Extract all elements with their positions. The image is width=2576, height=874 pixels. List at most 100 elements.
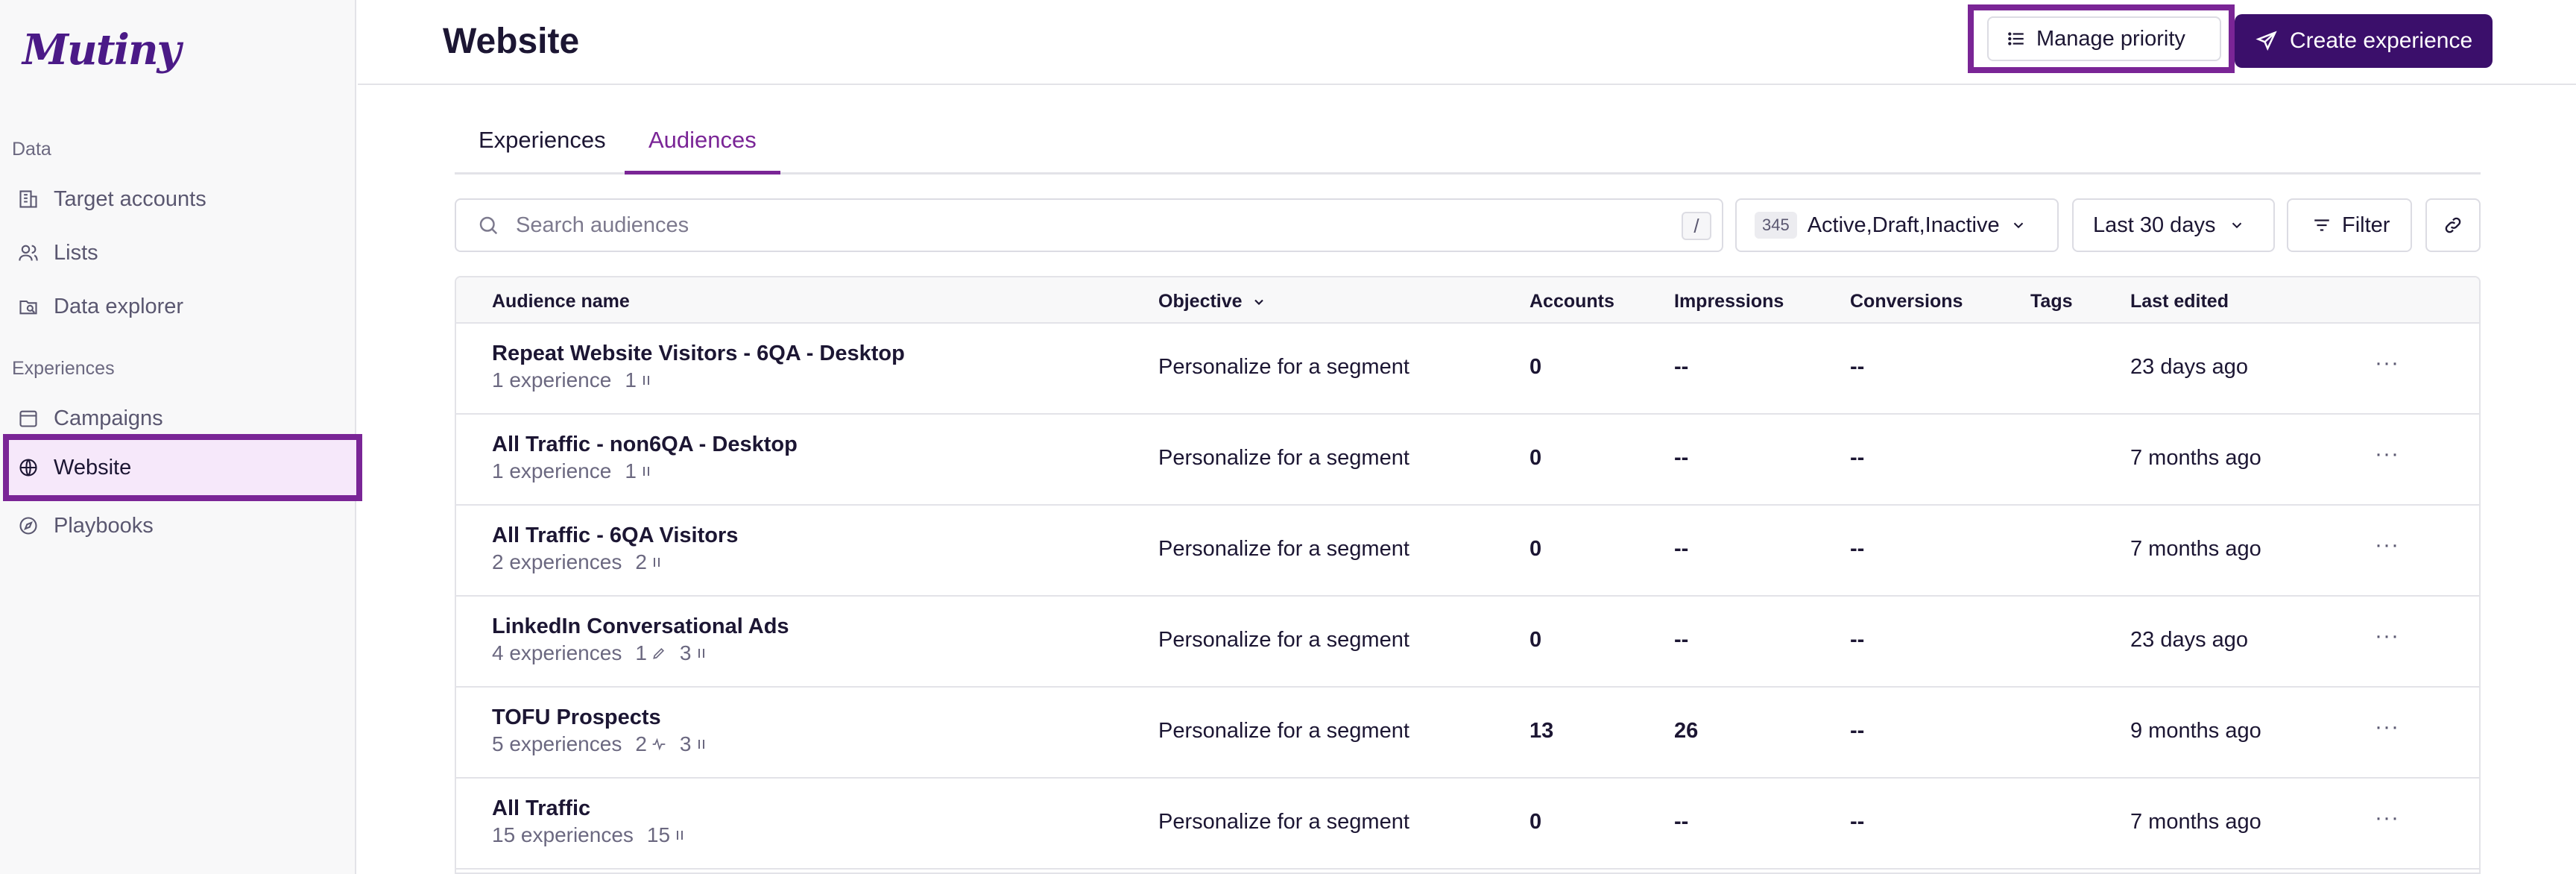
sidebar-item-label: Playbooks bbox=[54, 513, 154, 538]
audience-name[interactable]: Repeat Website Visitors - 6QA - Desktop bbox=[492, 342, 905, 366]
column-header-objective-label: Objective bbox=[1158, 291, 1243, 312]
conversions-cell: -- bbox=[1850, 355, 1865, 379]
stat-count: 2 bbox=[635, 732, 647, 755]
sidebar: Mutiny Data Target accounts Lists Data e… bbox=[0, 0, 362, 874]
table-row[interactable]: Repeat Website Visitors - 6QA - Desktop 1… bbox=[456, 324, 2479, 415]
status-count-badge: 345 bbox=[1755, 212, 1797, 239]
audience-name[interactable]: TOFU Prospects bbox=[492, 705, 661, 730]
row-more-menu-button[interactable]: ··· bbox=[2375, 441, 2399, 467]
keyboard-shortcut-badge: / bbox=[1682, 212, 1711, 240]
activity-icon bbox=[651, 737, 666, 752]
audience-name[interactable]: LinkedIn Conversational Ads bbox=[492, 614, 789, 639]
globe-icon bbox=[16, 456, 40, 480]
stat-count: 1 bbox=[635, 641, 647, 664]
row-more-menu-button[interactable]: ··· bbox=[2375, 623, 2399, 649]
row-more-menu-button[interactable]: ··· bbox=[2375, 714, 2399, 740]
conversions-cell: -- bbox=[1850, 810, 1865, 834]
pause-icon bbox=[651, 556, 662, 569]
table-row[interactable]: All Traffic - non6QA - Desktop 1 experien… bbox=[456, 415, 2479, 506]
audience-name[interactable]: All Traffic - 6QA Visitors bbox=[492, 524, 738, 548]
experience-stat: 1 bbox=[625, 368, 651, 392]
stat-count: 1 bbox=[625, 459, 637, 482]
link-icon bbox=[2443, 215, 2463, 236]
row-more-menu-button[interactable]: ··· bbox=[2375, 805, 2399, 831]
create-experience-label: Create experience bbox=[2290, 28, 2473, 53]
table-row[interactable]: All Traffic - 6QA Visitors 2 experiences 2… bbox=[456, 506, 2479, 597]
column-header-impressions[interactable]: Impressions bbox=[1674, 291, 1784, 312]
row-more-menu-button[interactable]: ··· bbox=[2375, 532, 2399, 558]
sidebar-item-data-explorer[interactable]: Data explorer bbox=[6, 280, 356, 333]
stat-count: 15 bbox=[646, 823, 671, 846]
column-header-conversions[interactable]: Conversions bbox=[1850, 291, 1963, 312]
audience-name[interactable]: All Traffic bbox=[492, 796, 590, 821]
audience-experiences-summary: 2 experiences 2 bbox=[492, 550, 662, 574]
manage-priority-button[interactable]: Manage priority bbox=[1987, 16, 2221, 61]
column-header-objective[interactable]: Objective bbox=[1158, 291, 1266, 312]
building-icon bbox=[16, 187, 40, 211]
experience-count: 2 experiences bbox=[492, 550, 622, 573]
filter-button[interactable]: Filter bbox=[2287, 198, 2412, 252]
tab-experiences[interactable]: Experiences bbox=[455, 112, 630, 175]
column-header-last-edited[interactable]: Last edited bbox=[2130, 291, 2229, 312]
conversions-cell: -- bbox=[1850, 719, 1865, 743]
table-header: Audience name Objective Accounts Impress… bbox=[456, 277, 2479, 324]
experience-count: 4 experiences bbox=[492, 641, 622, 664]
table-row[interactable]: LinkedIn Conversational Ads 4 experiences… bbox=[456, 597, 2479, 688]
status-filter-value: Active,Draft,Inactive bbox=[1807, 213, 2000, 237]
last-edited-cell: 23 days ago bbox=[2130, 628, 2249, 652]
pause-icon bbox=[641, 374, 651, 387]
experience-stat: 3 bbox=[680, 732, 707, 756]
sidebar-item-lists[interactable]: Lists bbox=[6, 227, 356, 279]
impressions-cell: -- bbox=[1674, 355, 1689, 379]
conversions-cell: -- bbox=[1850, 537, 1865, 561]
chevron-down-icon bbox=[1251, 295, 1266, 309]
pause-icon bbox=[696, 647, 707, 660]
audience-experiences-summary: 4 experiences 1 3 bbox=[492, 641, 707, 665]
stat-count: 1 bbox=[625, 368, 637, 392]
sidebar-item-playbooks[interactable]: Playbooks bbox=[6, 500, 356, 552]
folder-search-icon bbox=[16, 295, 40, 318]
date-range-dropdown[interactable]: Last 30 days bbox=[2072, 198, 2275, 252]
experience-count: 15 experiences bbox=[492, 823, 634, 846]
copy-link-button[interactable] bbox=[2425, 198, 2481, 252]
sidebar-item-target-accounts[interactable]: Target accounts bbox=[6, 173, 356, 225]
row-more-menu-button[interactable]: ··· bbox=[2375, 350, 2399, 376]
last-edited-cell: 7 months ago bbox=[2130, 446, 2261, 470]
last-edited-cell: 7 months ago bbox=[2130, 537, 2261, 561]
objective-cell: Personalize for a segment bbox=[1158, 537, 1409, 561]
last-edited-cell: 7 months ago bbox=[2130, 810, 2261, 834]
table-row[interactable]: All Traffic 15 experiences 15 Personalize f… bbox=[456, 779, 2479, 870]
search-input[interactable] bbox=[516, 213, 1634, 238]
pause-icon bbox=[696, 738, 707, 751]
mutiny-logo[interactable]: Mutiny bbox=[22, 25, 181, 75]
column-header-tags[interactable]: Tags bbox=[2030, 291, 2073, 312]
audience-experiences-summary: 5 experiences 2 3 bbox=[492, 732, 707, 756]
sidebar-item-label: Target accounts bbox=[54, 186, 206, 211]
section-label-data: Data bbox=[12, 139, 51, 160]
sidebar-item-label: Data explorer bbox=[54, 294, 184, 318]
stat-count: 2 bbox=[635, 550, 647, 573]
column-header-audience-name[interactable]: Audience name bbox=[492, 291, 630, 312]
date-range-value: Last 30 days bbox=[2093, 213, 2216, 237]
filter-icon bbox=[2312, 216, 2332, 235]
search-box: / bbox=[455, 198, 1723, 252]
sidebar-item-website[interactable]: Website bbox=[3, 434, 362, 501]
column-header-accounts[interactable]: Accounts bbox=[1530, 291, 1614, 312]
audience-name[interactable]: All Traffic - non6QA - Desktop bbox=[492, 433, 798, 457]
pause-icon bbox=[675, 829, 685, 842]
objective-cell: Personalize for a segment bbox=[1158, 628, 1409, 652]
tab-audiences[interactable]: Audiences bbox=[625, 112, 780, 175]
table-row[interactable]: TOFU Prospects 5 experiences 2 3 Personalize… bbox=[456, 688, 2479, 779]
objective-cell: Personalize for a segment bbox=[1158, 810, 1409, 834]
audience-experiences-summary: 1 experience 1 bbox=[492, 459, 651, 483]
status-filter-dropdown[interactable]: 345 Active,Draft,Inactive bbox=[1735, 198, 2059, 252]
accounts-cell: 0 bbox=[1530, 537, 1542, 561]
accounts-cell: 0 bbox=[1530, 810, 1542, 834]
create-experience-button[interactable]: Create experience bbox=[2235, 14, 2493, 68]
impressions-cell: -- bbox=[1674, 537, 1689, 561]
compass-icon bbox=[16, 514, 40, 538]
accounts-cell: 0 bbox=[1530, 355, 1542, 379]
last-edited-cell: 23 days ago bbox=[2130, 355, 2249, 379]
audience-experiences-summary: 15 experiences 15 bbox=[492, 823, 685, 847]
experience-count: 1 experience bbox=[492, 368, 612, 392]
